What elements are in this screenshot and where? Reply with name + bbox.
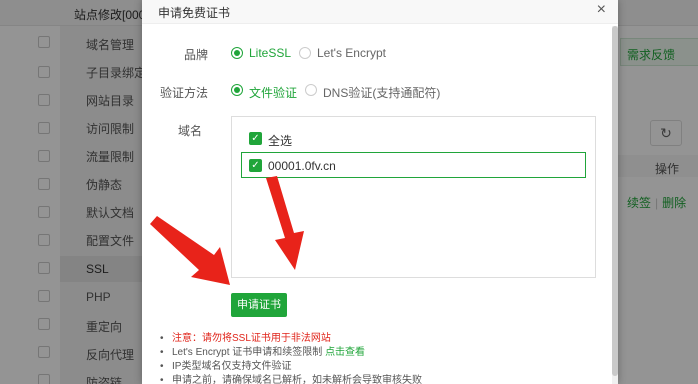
note-item: IP类型域名仅支持文件验证 <box>160 360 422 374</box>
brand-label: 品牌 <box>183 48 208 62</box>
dialog-header: 申请免费证书 × <box>142 0 618 24</box>
select-all-checkbox[interactable]: ✓ <box>249 132 262 145</box>
domain-item[interactable]: ✓ 00001.0fv.cn <box>241 152 586 178</box>
select-all-label[interactable]: 全选 <box>268 132 292 149</box>
domain-list: ✓ 全选 ✓ 00001.0fv.cn <box>231 116 596 278</box>
close-icon[interactable]: × <box>597 1 606 19</box>
radio-letsencrypt[interactable] <box>299 47 311 59</box>
ip-file-only-note: IP类型域名仅支持文件验证 <box>172 361 292 372</box>
option-letsencrypt[interactable]: Let's Encrypt <box>317 46 386 60</box>
note-item: Let's Encrypt 证书申请和续签限制 点击查看 <box>160 346 422 360</box>
warning-note: 注意：请勿将SSL证书用于非法网站 <box>172 333 331 344</box>
verify-method-label: 验证方法 <box>159 86 208 100</box>
scrollbar-thumb[interactable] <box>612 26 618 376</box>
resolve-before-apply-note: 申请之前，请确保域名已解析，如未解析会导致审核失败 <box>172 375 422 384</box>
apply-certificate-dialog: 申请免费证书 × 品牌 LiteSSL Let's Encrypt 验证方法 文… <box>142 0 618 384</box>
domain-label: 域名 <box>177 124 202 138</box>
option-dns-verify[interactable]: DNS验证(支持通配符) <box>323 84 440 101</box>
radio-litessl[interactable] <box>231 47 243 59</box>
apply-certificate-button[interactable]: 申请证书 <box>231 293 287 317</box>
notes-list: 注意：请勿将SSL证书用于非法网站 Let's Encrypt 证书申请和续签限… <box>160 332 422 384</box>
option-litessl[interactable]: LiteSSL <box>249 46 291 60</box>
radio-dns-verify[interactable] <box>305 84 317 96</box>
view-limits-link[interactable]: 点击查看 <box>325 347 365 358</box>
domain-name: 00001.0fv.cn <box>268 159 336 173</box>
dialog-title: 申请免费证书 <box>158 6 231 20</box>
radio-file-verify[interactable] <box>231 84 243 96</box>
note-item: 注意：请勿将SSL证书用于非法网站 <box>160 332 422 346</box>
option-file-verify[interactable]: 文件验证 <box>249 84 297 101</box>
domain-checkbox[interactable]: ✓ <box>249 159 262 172</box>
note-item: 申请之前，请确保域名已解析，如未解析会导致审核失败 <box>160 374 422 384</box>
letsencrypt-limit-note: Let's Encrypt 证书申请和续签限制 <box>172 347 323 358</box>
